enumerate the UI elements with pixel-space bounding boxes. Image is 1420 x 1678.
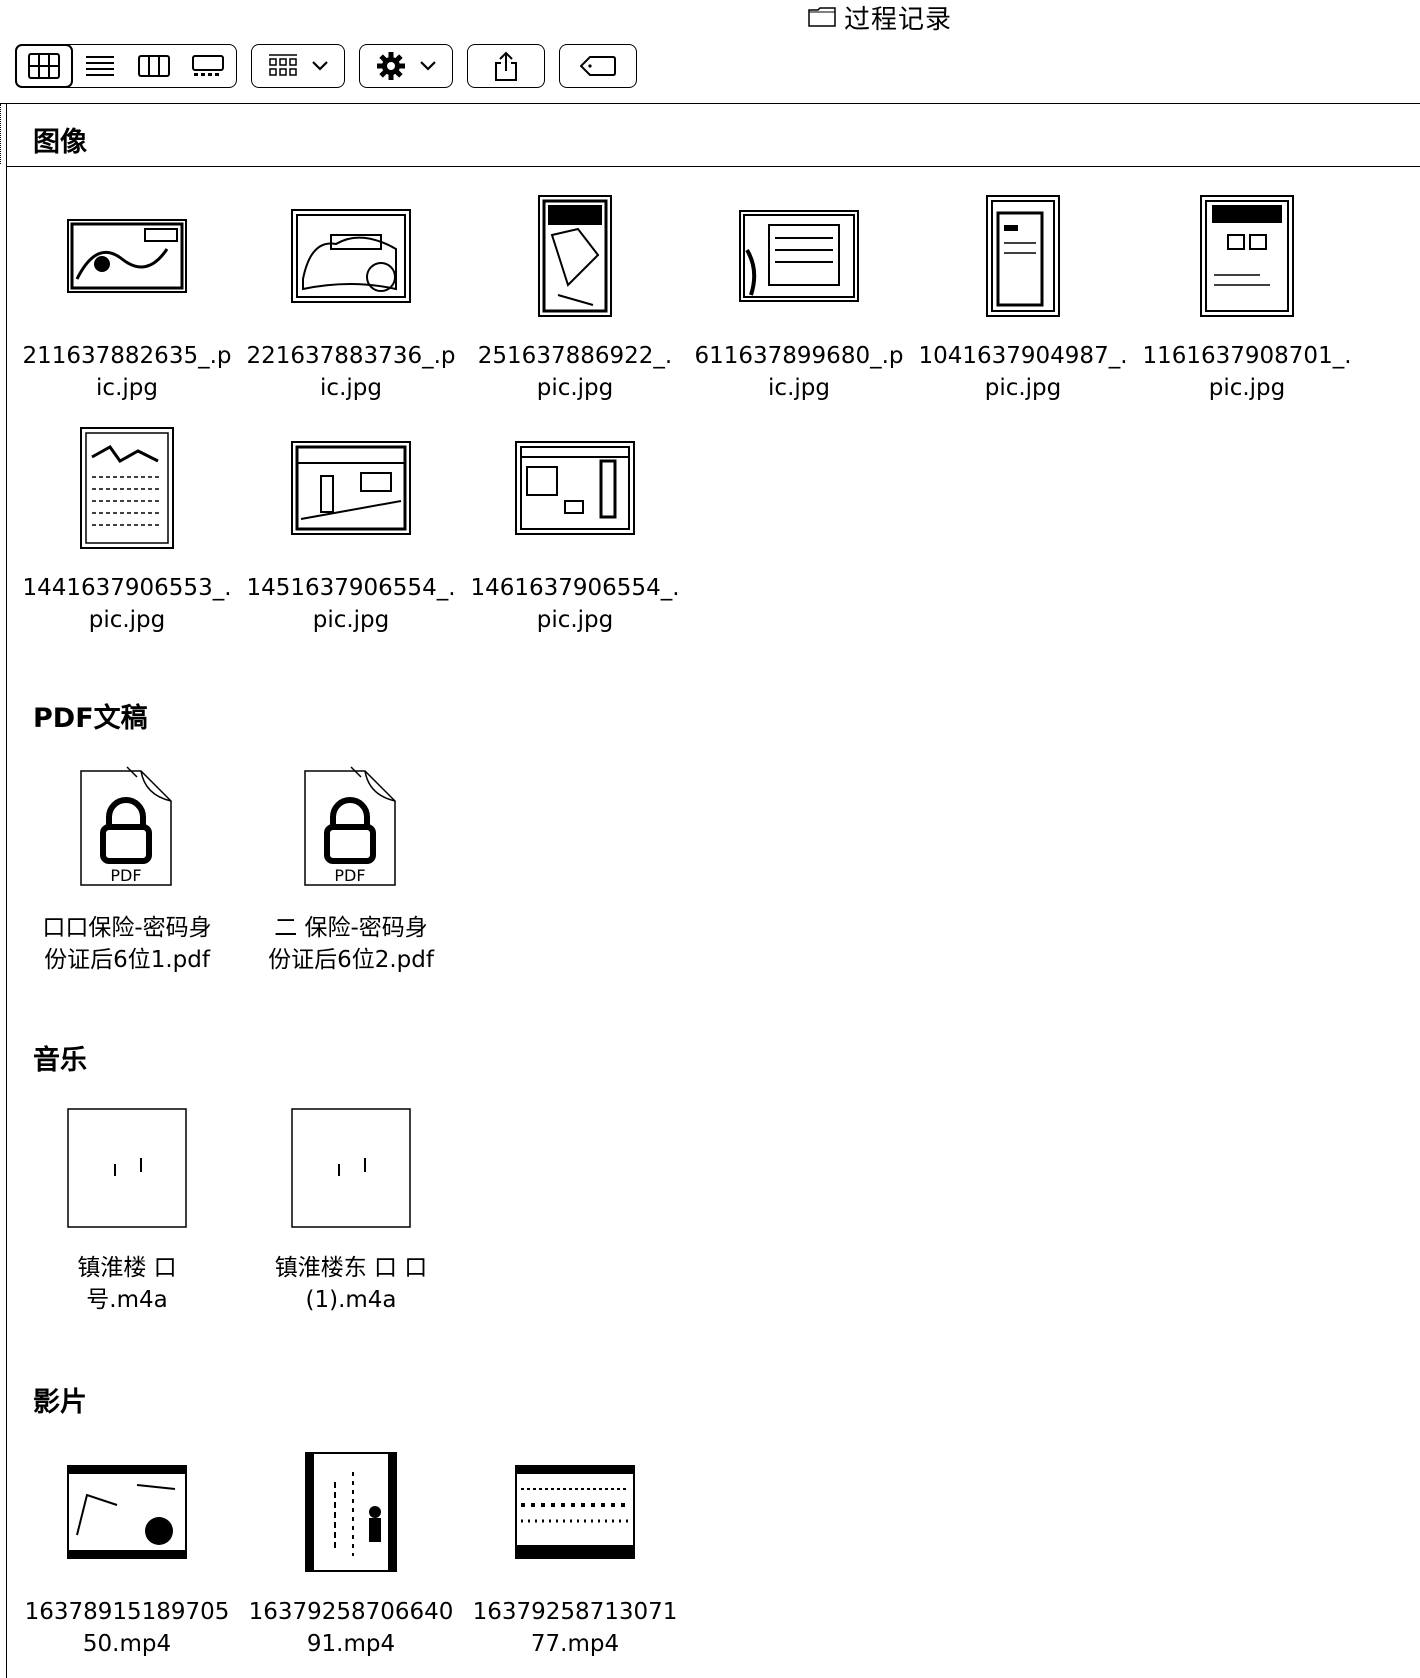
file-name: 1041637904987_. pic.jpg [918,343,1128,401]
file-item[interactable]: 1461637906554_. pic.jpg [463,424,687,636]
section-header-movies: 影片 [33,1387,87,1418]
audio-file-icon [291,1108,411,1228]
image-thumbnail [986,195,1060,317]
columns-icon [138,55,170,77]
window-title-group: 过程记录 [808,2,952,35]
window-edge [0,104,1,164]
file-name: 镇淮楼 口 号.m4a [77,1255,177,1313]
file-name: 221637883736_.p ic.jpg [246,343,456,401]
video-thumbnail [515,1465,635,1559]
share-button[interactable] [467,44,545,88]
file-name: 16379258713071 77.mp4 [472,1599,678,1657]
folder-icon [808,7,836,27]
toolbar [0,40,1420,92]
file-name: 1441637906553_. pic.jpg [22,575,232,633]
gear-icon [377,52,405,80]
tag-button[interactable] [559,44,637,88]
file-item[interactable]: 1441637906553_. pic.jpg [15,424,239,636]
share-icon [495,51,517,81]
file-item[interactable]: 251637886922_. pic.jpg [463,192,687,404]
file-item[interactable]: 221637883736_.p ic.jpg [239,192,463,404]
file-item[interactable]: 1161637908701_. pic.jpg [1135,192,1359,404]
file-name: 251637886922_. pic.jpg [477,343,673,401]
file-name: 1451637906554_. pic.jpg [246,575,456,633]
gallery-view-button[interactable] [181,45,235,87]
file-item[interactable]: 16379258713071 77.mp4 [463,1448,687,1660]
image-thumbnail [80,427,174,549]
action-menu-button[interactable] [359,44,453,88]
file-name: 16378915189705 50.mp4 [24,1599,230,1657]
file-name: 1161637908701_. pic.jpg [1142,343,1352,401]
file-item[interactable]: PDF 二 保险-密码身 份证后6位2.pdf [239,764,463,976]
image-thumbnail [739,210,859,302]
section-header-pdf: PDF文稿 [33,703,148,734]
image-thumbnail [515,441,635,535]
file-name: 611637899680_.p ic.jpg [694,343,904,401]
file-browser-content: 图像 211637882635_.p ic.jpg 221637883736_.… [6,104,1420,1678]
window-titlebar: 过程记录 [0,0,1420,36]
file-item[interactable]: 镇淮楼 口 号.m4a [15,1104,239,1316]
section-header-music: 音乐 [33,1045,87,1076]
image-thumbnail [291,441,411,535]
image-thumbnail [67,219,187,293]
gallery-icon [192,55,224,76]
pdf-badge: PDF [110,866,141,885]
list-view-button[interactable] [73,45,127,87]
file-name: 口口保险-密码身 份证后6位1.pdf [42,915,212,973]
image-thumbnail [538,195,612,317]
file-item[interactable]: 1041637904987_. pic.jpg [911,192,1135,404]
window-title: 过程记录 [844,4,953,35]
video-thumbnail [67,1465,187,1559]
chevron-down-icon [420,61,436,71]
pdf-badge: PDF [334,866,365,885]
section-header-rule [7,166,1420,167]
column-view-button[interactable] [127,45,181,87]
file-item[interactable]: 211637882635_.p ic.jpg [15,192,239,404]
file-item[interactable]: 镇淮楼东 口 口 (1).m4a [239,1104,463,1316]
view-mode-control [15,44,237,88]
file-name: 1461637906554_. pic.jpg [470,575,680,633]
file-name: 镇淮楼东 口 口 (1).m4a [274,1255,428,1313]
tag-icon [580,56,616,76]
chevron-down-icon [312,61,328,71]
file-name: 16379258706640 91.mp4 [248,1599,454,1657]
file-item[interactable]: 1451637906554_. pic.jpg [239,424,463,636]
image-thumbnail [291,209,411,303]
list-icon [86,56,114,76]
locked-pdf-icon: PDF [304,766,396,886]
locked-pdf-icon: PDF [80,766,172,886]
audio-file-icon [67,1108,187,1228]
group-by-button[interactable] [251,44,345,88]
grid-icon [28,53,60,79]
file-name: 211637882635_.p ic.jpg [22,343,232,401]
image-thumbnail [1200,195,1294,317]
group-grid-icon [269,54,297,76]
file-item[interactable]: PDF 口口保险-密码身 份证后6位1.pdf [15,764,239,976]
file-item[interactable]: 16378915189705 50.mp4 [15,1448,239,1660]
icon-view-button[interactable] [15,44,73,88]
section-header-images: 图像 [33,127,87,158]
file-name: 二 保险-密码身 份证后6位2.pdf [268,915,434,973]
video-thumbnail [305,1452,397,1572]
file-item[interactable]: 16379258706640 91.mp4 [239,1448,463,1660]
file-item[interactable]: 611637899680_.p ic.jpg [687,192,911,404]
